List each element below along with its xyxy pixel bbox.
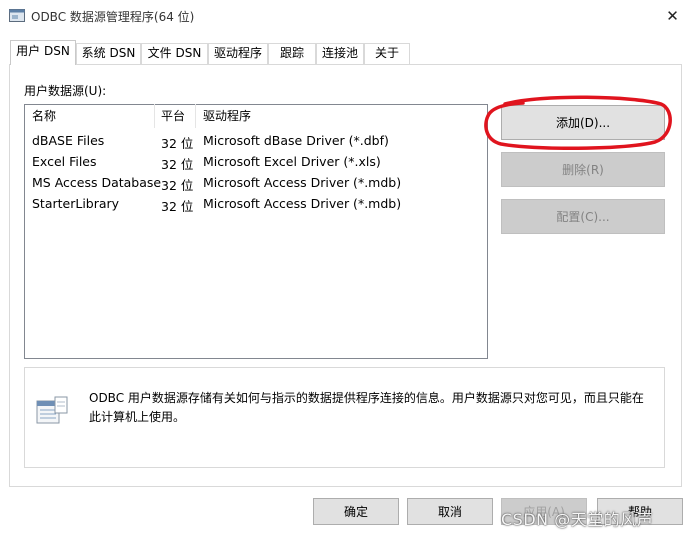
user-data-sources-label: 用户数据源(U): <box>24 84 107 98</box>
list-item-platform: 32 位 <box>161 199 194 214</box>
column-separator[interactable] <box>195 104 196 128</box>
list-item-driver: Microsoft Access Driver (*.mdb) <box>203 175 402 190</box>
remove-button[interactable]: 删除(R) <box>501 152 665 187</box>
cancel-button[interactable]: 取消 <box>407 498 493 525</box>
column-separator[interactable] <box>154 104 155 128</box>
title-bar: ODBC 数据源管理程序(64 位) ✕ <box>0 0 691 31</box>
list-item-platform: 32 位 <box>161 157 194 172</box>
column-header-platform[interactable]: 平台 <box>161 107 185 124</box>
ok-button[interactable]: 确定 <box>313 498 399 525</box>
column-header-name[interactable]: 名称 <box>32 107 56 124</box>
list-item-driver: Microsoft dBase Driver (*.dbf) <box>203 133 389 148</box>
add-button[interactable]: 添加(D)... <box>501 105 665 140</box>
configure-button[interactable]: 配置(C)... <box>501 199 665 234</box>
tab-file-dsn[interactable]: 文件 DSN <box>141 43 208 64</box>
tab-about[interactable]: 关于 <box>364 43 410 64</box>
data-source-icon <box>36 396 68 424</box>
list-item-name[interactable]: dBASE Files <box>32 133 104 148</box>
info-text: ODBC 用户数据源存储有关如何与指示的数据提供程序连接的信息。用户数据源只对您… <box>89 391 644 424</box>
list-item-name[interactable]: MS Access Database <box>32 175 161 190</box>
list-item-name[interactable]: Excel Files <box>32 154 97 169</box>
list-item-platform: 32 位 <box>161 178 194 193</box>
tab-system-dsn[interactable]: 系统 DSN <box>76 43 141 64</box>
tab-user-dsn[interactable]: 用户 DSN <box>10 40 76 65</box>
list-item-driver: Microsoft Access Driver (*.mdb) <box>203 196 402 211</box>
tab-tracing[interactable]: 跟踪 <box>268 43 316 64</box>
window-title: ODBC 数据源管理程序(64 位) <box>31 10 195 24</box>
list-item-platform: 32 位 <box>161 136 194 151</box>
watermark: CSDN @天堂的风声 <box>501 510 654 529</box>
close-icon: ✕ <box>666 6 679 25</box>
list-item-name[interactable]: StarterLibrary <box>32 196 119 211</box>
close-button[interactable]: ✕ <box>654 0 691 31</box>
list-item-driver: Microsoft Excel Driver (*.xls) <box>203 154 381 169</box>
tab-drivers[interactable]: 驱动程序 <box>208 43 268 64</box>
column-header-driver[interactable]: 驱动程序 <box>203 107 251 124</box>
tab-connection-pooling[interactable]: 连接池 <box>316 43 364 64</box>
odbc-app-icon <box>9 9 25 22</box>
